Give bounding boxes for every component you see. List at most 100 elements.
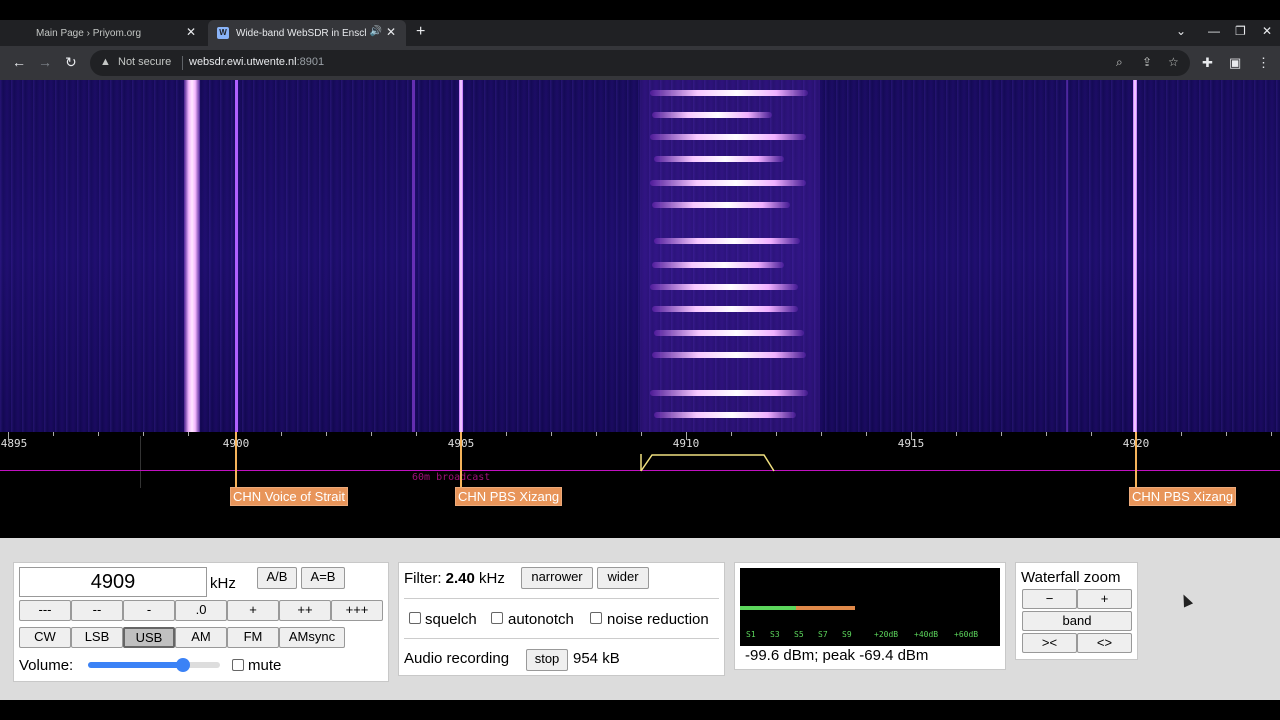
autonotch-checkbox[interactable]	[491, 612, 503, 624]
zoom-out-button[interactable]: −	[1022, 589, 1077, 609]
tab-websdr[interactable]: W Wide-band WebSDR in Ensch 🔊 ✕	[208, 20, 406, 46]
new-tab-button[interactable]: +	[416, 23, 425, 41]
zoom-in-button[interactable]: +	[1077, 589, 1132, 609]
signal-burst	[654, 412, 796, 418]
url-text[interactable]: websdr.ewi.utwente.nl:8901	[189, 56, 324, 68]
mute-checkbox[interactable]	[232, 659, 244, 671]
waterfall-zoom-panel: Waterfall zoom − + band >< <>	[1015, 562, 1138, 660]
signal-burst	[654, 156, 784, 162]
share-icon[interactable]: ⇪	[1142, 55, 1152, 69]
band-name: 60m broadcast	[412, 472, 491, 483]
step-up-large-button[interactable]: +++	[331, 600, 383, 621]
security-label[interactable]: Not secure	[118, 56, 171, 68]
address-separator	[182, 56, 183, 70]
scale-tick	[821, 432, 822, 436]
mode-lsb-button[interactable]: LSB	[71, 627, 123, 648]
frequency-scale[interactable]: 4895 4900 4905 4910 4915 4920 60m broadc…	[0, 432, 1280, 538]
tab-priyom[interactable]: Main Page › Priyom.org ✕	[0, 20, 206, 46]
signal-region	[640, 80, 820, 432]
scale-tick	[1091, 432, 1092, 436]
step-down-medium-button[interactable]: --	[71, 600, 123, 621]
signal-readout: -99.6 dBm; peak -69.4 dBm	[745, 647, 929, 664]
zoom-wide-button[interactable]: <>	[1077, 633, 1132, 653]
smeter-scale-label: S9	[842, 630, 852, 639]
step-up-small-button[interactable]: +	[227, 600, 279, 621]
mode-amsync-button[interactable]: AMsync	[279, 627, 345, 648]
audio-recording-label: Audio recording	[404, 650, 510, 667]
waterfall-display[interactable]	[0, 80, 1280, 432]
scale-tick	[98, 432, 99, 436]
station-marker-line	[1135, 432, 1137, 488]
waterfall-zoom-title: Waterfall zoom	[1021, 569, 1121, 586]
zoom-icon[interactable]: ⌕	[1116, 55, 1123, 70]
back-icon[interactable]: ←	[12, 54, 26, 70]
filter-narrower-button[interactable]: narrower	[521, 567, 593, 589]
zoom-band-button[interactable]: band	[1022, 611, 1132, 631]
squelch-checkbox[interactable]	[409, 612, 421, 624]
scale-tick	[1181, 432, 1182, 436]
tab-strip: Main Page › Priyom.org ✕ W Wide-band Web…	[0, 20, 1280, 46]
station-label[interactable]: CHN PBS Xizang	[1129, 487, 1237, 506]
priyom-favicon-icon	[12, 27, 24, 39]
recording-size: 954 kB	[573, 650, 620, 667]
tab-search-icon[interactable]: ⌄	[1176, 24, 1186, 38]
band-edge-marker	[140, 436, 141, 488]
smeter-panel: S1 S3 S5 S7 S9 +20dB +40dB +60dB -99.6 d…	[734, 562, 1006, 670]
step-up-medium-button[interactable]: ++	[279, 600, 331, 621]
close-tab-icon[interactable]: ✕	[186, 25, 196, 39]
a-equals-b-button[interactable]: A=B	[301, 567, 345, 589]
scale-tick	[731, 432, 732, 436]
mode-cw-button[interactable]: CW	[19, 627, 71, 648]
forward-icon[interactable]: →	[38, 54, 52, 70]
divider	[404, 598, 719, 599]
noise-reduction-checkbox[interactable]	[590, 612, 602, 624]
smeter-scale-label: +20dB	[874, 630, 899, 639]
divider	[404, 638, 719, 639]
audio-playing-icon[interactable]: 🔊	[370, 26, 382, 37]
scale-tick	[326, 432, 327, 436]
volume-slider-thumb[interactable]	[176, 658, 191, 672]
scale-tick	[506, 432, 507, 436]
tab-title: Wide-band WebSDR in Ensch	[236, 27, 366, 39]
a-b-button[interactable]: A/B	[257, 567, 297, 589]
close-window-icon[interactable]: ✕	[1262, 24, 1272, 38]
volume-slider[interactable]	[88, 658, 220, 672]
stop-recording-button[interactable]: stop	[526, 649, 568, 671]
round-button[interactable]: .0	[175, 600, 227, 621]
extensions-icon[interactable]: ✚	[1202, 55, 1213, 71]
close-tab-icon[interactable]: ✕	[386, 25, 396, 39]
scale-tick	[1226, 432, 1227, 436]
station-label[interactable]: CHN PBS Xizang	[455, 487, 563, 506]
minimize-icon[interactable]: —	[1208, 24, 1220, 38]
reload-icon[interactable]: ↻	[65, 54, 77, 71]
carrier-trace	[184, 80, 200, 432]
tab-title: Main Page › Priyom.org	[36, 27, 142, 39]
signal-burst	[654, 330, 804, 336]
smeter-scale-label: +40dB	[914, 630, 939, 639]
carrier-trace	[1066, 80, 1068, 432]
scale-tick	[53, 432, 54, 436]
warning-icon[interactable]: ▲	[100, 56, 111, 68]
menu-icon[interactable]: ⋮	[1257, 55, 1270, 71]
step-down-small-button[interactable]: -	[123, 600, 175, 621]
scale-tick	[281, 432, 282, 436]
bookmark-star-icon[interactable]: ☆	[1168, 55, 1179, 69]
frequency-input[interactable]: 4909	[19, 567, 207, 597]
mode-usb-button[interactable]: USB	[123, 627, 175, 648]
passband-indicator[interactable]	[640, 452, 776, 472]
noise-reduction-label: noise reduction	[607, 611, 709, 628]
smeter-scale-label: S1	[746, 630, 756, 639]
station-label[interactable]: CHN Voice of Strait	[230, 487, 348, 506]
carrier-trace	[1133, 80, 1137, 432]
scale-tick	[956, 432, 957, 436]
signal-burst	[652, 112, 772, 118]
scale-label: 4915	[897, 437, 925, 450]
mode-fm-button[interactable]: FM	[227, 627, 279, 648]
filter-wider-button[interactable]: wider	[597, 567, 649, 589]
step-down-large-button[interactable]: ---	[19, 600, 71, 621]
side-panel-icon[interactable]: ▣	[1229, 55, 1241, 71]
address-bar[interactable]: ▲ Not secure websdr.ewi.utwente.nl:8901 …	[90, 50, 1190, 76]
mode-am-button[interactable]: AM	[175, 627, 227, 648]
restore-icon[interactable]: ❐	[1235, 24, 1246, 38]
zoom-narrow-button[interactable]: ><	[1022, 633, 1077, 653]
